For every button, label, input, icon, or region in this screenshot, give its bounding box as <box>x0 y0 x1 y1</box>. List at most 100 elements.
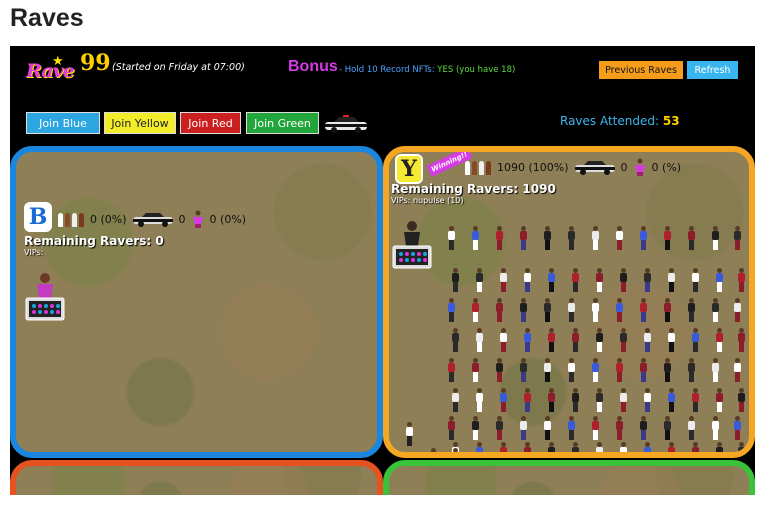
dancer-sprite <box>615 226 623 250</box>
dancer-sprite <box>691 328 699 352</box>
logo-text: Rave <box>26 60 75 82</box>
dancer-sprite <box>471 298 479 322</box>
police-car-icon[interactable] <box>322 114 370 134</box>
ravers-group-icon <box>56 211 86 227</box>
dancer-sprite <box>619 442 627 452</box>
dancer-sprite <box>667 268 675 292</box>
dancer-sprite <box>405 422 413 446</box>
red-team-panel <box>10 460 383 495</box>
dancer-sprite <box>475 328 483 352</box>
dancer-sprite <box>737 328 745 352</box>
dancer-sprite <box>567 358 575 382</box>
blue-stats: 0 (0%) 0 0 (0%) <box>56 210 246 228</box>
dancer-sprite <box>471 358 479 382</box>
dancer-sprite <box>667 442 675 452</box>
dancer-sprite <box>691 442 699 452</box>
bonus-status: YES <box>437 65 454 75</box>
dancer-sprite <box>429 448 437 452</box>
previous-raves-button[interactable]: Previous Raves <box>599 61 683 79</box>
dancer-sprite <box>619 388 627 412</box>
join-red-button[interactable]: Join Red <box>180 112 241 134</box>
dancer-sprite <box>451 448 459 452</box>
dancer-sprite <box>643 268 651 292</box>
dancer-sprite <box>639 416 647 440</box>
dancer-sprite <box>733 298 741 322</box>
dancer-sprite <box>567 298 575 322</box>
blue-remaining: Remaining Ravers: 0 <box>24 234 164 248</box>
remaining-value: 0 <box>155 234 164 248</box>
dancer-sprite <box>595 388 603 412</box>
dancer-sprite <box>475 268 483 292</box>
dancer-sprite <box>547 388 555 412</box>
page-title: Raves <box>10 4 84 32</box>
dancer-sprite <box>687 226 695 250</box>
dancer-sprite <box>691 268 699 292</box>
dancer-sprite <box>663 298 671 322</box>
dancer-sprite <box>691 388 699 412</box>
dancer-sprite <box>547 442 555 452</box>
raves-attended-label: Raves Attended: <box>560 114 660 128</box>
dancer-sprite <box>715 268 723 292</box>
dancer-sprite <box>523 388 531 412</box>
dancer-sprite <box>711 298 719 322</box>
dancer-sprite <box>715 442 723 452</box>
police-car-icon <box>132 213 173 227</box>
blue-dancer-stat: 0 (0%) <box>209 212 247 226</box>
dancer-sprite <box>523 328 531 352</box>
dancer-sprite <box>715 388 723 412</box>
dancer-sprite <box>471 226 479 250</box>
dancer-sprite <box>595 268 603 292</box>
dancer-sprite <box>475 388 483 412</box>
dancer-icon <box>192 210 203 228</box>
dancer-sprite <box>495 298 503 322</box>
rave-number: 99 <box>80 50 111 76</box>
dancer-sprite <box>733 416 741 440</box>
dancer-sprite <box>543 416 551 440</box>
dancer-sprite <box>619 268 627 292</box>
dancer-sprite <box>643 388 651 412</box>
dancer-sprite <box>663 358 671 382</box>
refresh-button[interactable]: Refresh <box>687 61 738 79</box>
dancer-sprite <box>571 268 579 292</box>
dancer-sprite <box>715 328 723 352</box>
blue-ravers-stat: 0 (0%) <box>90 212 127 226</box>
dancer-sprite <box>543 298 551 322</box>
dancer-sprite <box>499 388 507 412</box>
dancer-sprite <box>615 298 623 322</box>
dancer-sprite <box>687 298 695 322</box>
dancer-sprite <box>733 358 741 382</box>
dancer-sprite <box>495 226 503 250</box>
dancer-sprite <box>643 328 651 352</box>
blue-team-badge: B <box>24 202 52 232</box>
dancer-sprite <box>571 388 579 412</box>
dancer-sprite <box>451 268 459 292</box>
dancer-sprite <box>591 298 599 322</box>
dancer-sprite <box>663 226 671 250</box>
dancer-sprite <box>639 358 647 382</box>
dancer-sprite <box>711 416 719 440</box>
yellow-dancer-crowd <box>389 152 749 452</box>
dancer-sprite <box>737 388 745 412</box>
join-yellow-button[interactable]: Join Yellow <box>104 112 176 134</box>
dancer-sprite <box>447 226 455 250</box>
dancer-sprite <box>737 442 745 452</box>
dancer-sprite <box>571 328 579 352</box>
dancer-sprite <box>519 226 527 250</box>
dancer-sprite <box>499 268 507 292</box>
bonus-suffix: (you have 18) <box>455 65 516 75</box>
dancer-sprite <box>495 358 503 382</box>
dancer-sprite <box>595 442 603 452</box>
dancer-sprite <box>687 416 695 440</box>
yellow-team-panel: Y Winning!! 1090 (100%) 0 0 (%) Remainin… <box>383 146 755 458</box>
dancer-sprite <box>643 442 651 452</box>
dancer-sprite <box>447 358 455 382</box>
dancer-sprite <box>639 298 647 322</box>
join-green-button[interactable]: Join Green <box>246 112 319 134</box>
bonus-detail: - Hold 10 Record NFTs: YES (you have 18) <box>339 65 515 75</box>
dancer-sprite <box>547 328 555 352</box>
dancer-sprite <box>733 226 741 250</box>
dancer-sprite <box>687 358 695 382</box>
rave-logo-icon: ★ Rave <box>26 54 78 84</box>
dancer-sprite <box>475 442 483 452</box>
join-blue-button[interactable]: Join Blue <box>26 112 100 134</box>
